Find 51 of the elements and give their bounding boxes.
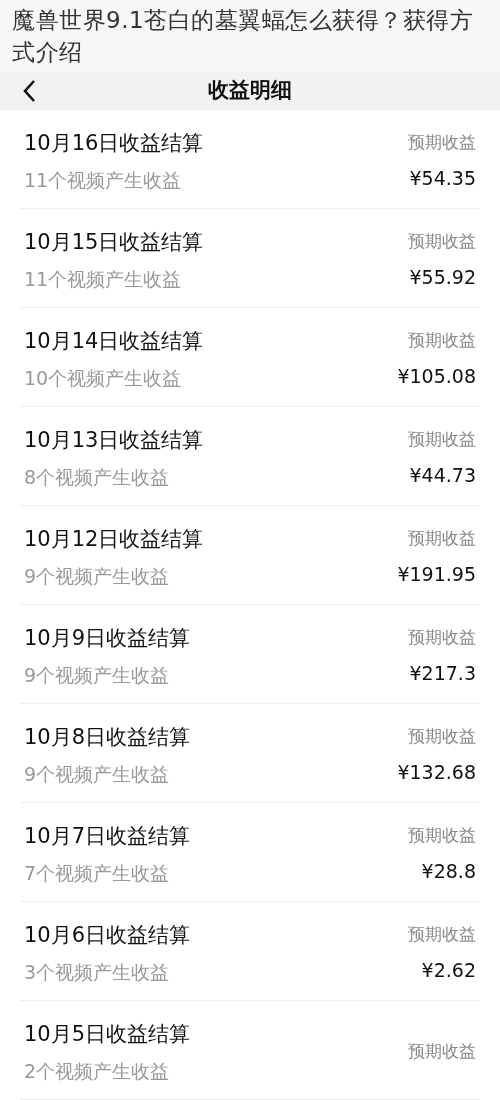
amount: ¥55.92 <box>409 264 476 290</box>
amount: ¥44.73 <box>409 462 476 488</box>
row-subtitle: 3个视频产生收益 <box>24 959 171 985</box>
expected-label: 预期收益 <box>408 626 476 649</box>
row-subtitle: 11个视频产生收益 <box>24 266 183 292</box>
row-subtitle: 7个视频产生收益 <box>24 860 171 886</box>
amount: ¥132.68 <box>397 759 476 785</box>
row-subtitle: 2个视频产生收益 <box>24 1058 171 1084</box>
amount: ¥105.08 <box>397 363 476 389</box>
expected-label: 预期收益 <box>408 725 476 748</box>
row-subtitle: 9个视频产生收益 <box>24 662 171 688</box>
expected-label: 预期收益 <box>408 230 476 253</box>
earnings-row[interactable]: 10月7日收益结算 7个视频产生收益 预期收益 ¥28.8 <box>20 803 480 902</box>
earnings-row[interactable]: 10月14日收益结算 10个视频产生收益 预期收益 ¥105.08 <box>20 308 480 407</box>
earnings-row[interactable]: 10月8日收益结算 9个视频产生收益 预期收益 ¥132.68 <box>20 704 480 803</box>
row-title: 10月13日收益结算 <box>24 427 204 454</box>
article-caption: 魔兽世界9.1苍白的墓翼蝠怎么获得？获得方式介绍 <box>12 6 475 67</box>
earnings-row[interactable]: 10月15日收益结算 11个视频产生收益 预期收益 ¥55.92 <box>20 209 480 308</box>
amount: ¥217.3 <box>409 660 476 686</box>
expected-label: 预期收益 <box>408 131 476 154</box>
row-subtitle: 9个视频产生收益 <box>24 563 171 589</box>
expected-label: 预期收益 <box>408 923 476 946</box>
expected-label: 预期收益 <box>408 527 476 550</box>
earnings-row[interactable]: 10月16日收益结算 11个视频产生收益 预期收益 ¥54.35 <box>20 110 480 209</box>
earnings-row[interactable]: 10月12日收益结算 9个视频产生收益 预期收益 ¥191.95 <box>20 506 480 605</box>
row-title: 10月15日收益结算 <box>24 229 204 256</box>
earnings-row[interactable]: 10月6日收益结算 3个视频产生收益 预期收益 ¥2.62 <box>20 902 480 1001</box>
row-title: 10月14日收益结算 <box>24 328 204 355</box>
expected-label: 预期收益 <box>408 428 476 451</box>
row-subtitle: 10个视频产生收益 <box>24 365 183 391</box>
expected-label: 预期收益 <box>408 824 476 847</box>
amount: ¥28.8 <box>421 858 476 884</box>
row-title: 10月9日收益结算 <box>24 625 191 652</box>
earnings-row[interactable]: 10月13日收益结算 8个视频产生收益 预期收益 ¥44.73 <box>20 407 480 506</box>
amount: ¥191.95 <box>397 561 476 587</box>
amount: ¥2.62 <box>421 957 476 983</box>
row-title: 10月7日收益结算 <box>24 823 191 850</box>
earnings-row[interactable]: 10月5日收益结算 2个视频产生收益 预期收益 <box>20 1001 480 1100</box>
amount: ¥54.35 <box>409 165 476 191</box>
expected-label: 预期收益 <box>408 329 476 352</box>
row-subtitle: 11个视频产生收益 <box>24 167 183 193</box>
earnings-row[interactable]: 10月9日收益结算 9个视频产生收益 预期收益 ¥217.3 <box>20 605 480 704</box>
row-title: 10月12日收益结算 <box>24 526 204 553</box>
row-title: 10月6日收益结算 <box>24 922 191 949</box>
row-title: 10月16日收益结算 <box>24 130 204 157</box>
row-subtitle: 8个视频产生收益 <box>24 464 171 490</box>
row-subtitle: 9个视频产生收益 <box>24 761 171 787</box>
expected-label: 预期收益 <box>408 1040 476 1064</box>
row-title: 10月5日收益结算 <box>24 1021 191 1048</box>
row-title: 10月8日收益结算 <box>24 724 191 751</box>
page-title: 收益明细 <box>208 76 292 104</box>
